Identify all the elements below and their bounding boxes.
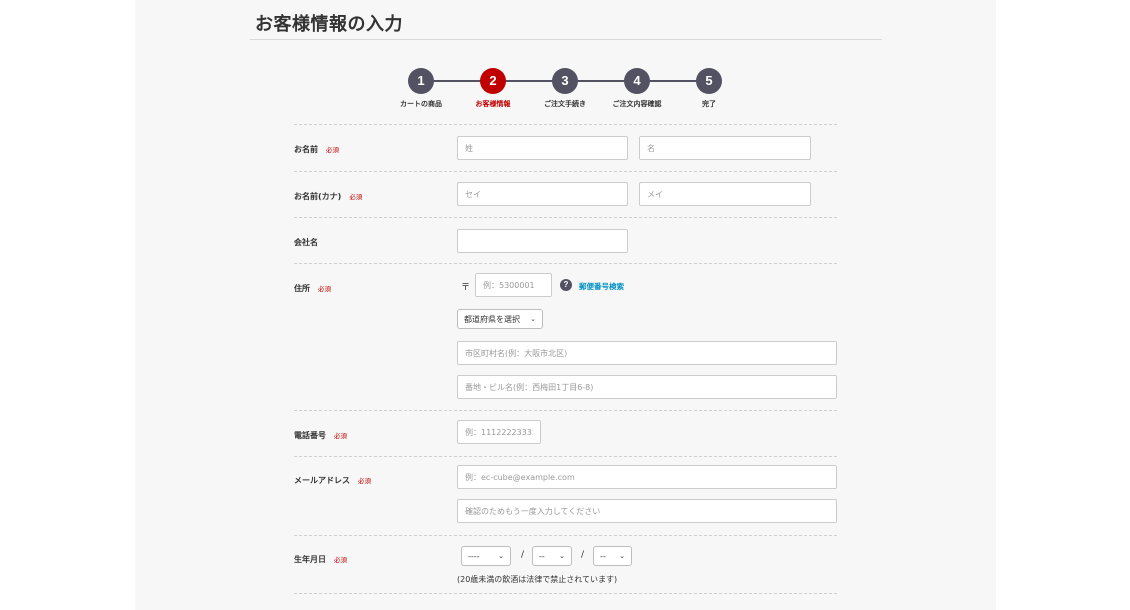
step-order-confirm: 4 ご注文内容確認	[597, 68, 677, 109]
chevron-down-icon: ⌄	[530, 315, 536, 323]
label-text: 生年月日	[294, 555, 326, 564]
required-badge: 必須	[334, 556, 347, 564]
field-label-phone: 電話番号 必須	[294, 430, 347, 441]
phone-input[interactable]	[457, 420, 541, 444]
step-label: 完了	[702, 100, 716, 108]
date-separator: /	[521, 550, 525, 560]
select-value: --	[600, 551, 606, 561]
last-name-kana-input[interactable]	[457, 182, 628, 206]
date-separator: /	[581, 550, 585, 560]
email-input[interactable]	[457, 465, 837, 489]
drinking-age-note: (20歳未満の飲酒は法律で禁止されています)	[457, 575, 618, 584]
field-label-company: 会社名	[294, 237, 318, 248]
birth-year-select[interactable]: ---- ⌄	[461, 546, 511, 566]
step-order-procedure: 3 ご注文手続き	[525, 68, 605, 109]
step-number: 4	[624, 68, 650, 94]
postal-mark: 〒	[461, 283, 471, 293]
field-label-email: メールアドレス 必須	[294, 475, 371, 486]
prefecture-select[interactable]: 都道府県を選択 ⌄	[457, 309, 543, 329]
title-divider	[250, 39, 882, 40]
form-row-name: お名前 必須	[294, 124, 837, 171]
required-badge: 必須	[358, 477, 371, 485]
required-badge: 必須	[349, 193, 363, 201]
postal-code-input[interactable]	[475, 273, 552, 297]
chevron-down-icon: ⌄	[619, 552, 625, 560]
step-number: 2	[480, 68, 506, 94]
page-container: お客様情報の入力 1 カートの商品 2 お客様情報 3 ご注文手続き 4 ご注文…	[135, 0, 996, 610]
field-label-name: お名前 必須	[294, 144, 339, 155]
step-customer-info: 2 お客様情報	[453, 68, 533, 109]
label-text: お名前	[294, 145, 318, 154]
form-row-birthday: 生年月日 必須 ---- ⌄ / -- ⌄ / -- ⌄ (20歳未満の飲酒は法律で禁止…	[294, 535, 837, 594]
step-number: 1	[408, 68, 434, 94]
step-label: カートの商品	[400, 100, 442, 108]
step-number: 3	[552, 68, 578, 94]
form-row-address: 住所必須 〒 ? 郵便番号検索 都道府県を選択 ⌄	[294, 263, 837, 410]
select-value: --	[539, 551, 545, 561]
first-name-input[interactable]	[639, 136, 811, 160]
select-value: ----	[468, 551, 480, 561]
step-number: 5	[696, 68, 722, 94]
progress-steps: 1 カートの商品 2 お客様情報 3 ご注文手続き 4 ご注文内容確認 5 完了	[385, 68, 725, 112]
question-circle-icon[interactable]: ?	[560, 279, 572, 291]
step-cart: 1 カートの商品	[381, 68, 461, 109]
step-label: ご注文手続き	[544, 100, 586, 108]
form-row-phone: 電話番号 必須	[294, 410, 837, 456]
step-label: ご注文内容確認	[612, 100, 662, 108]
label-text: メールアドレス	[294, 476, 350, 485]
company-input[interactable]	[457, 229, 628, 253]
label-text: 住所	[294, 284, 310, 293]
required-badge: 必須	[334, 432, 347, 440]
form-row-company: 会社名	[294, 217, 837, 263]
birth-month-select[interactable]: -- ⌄	[532, 546, 572, 566]
label-text: 会社名	[294, 238, 318, 247]
required-badge: 必須	[326, 146, 339, 154]
street-input[interactable]	[457, 375, 837, 399]
form-row-kana: お名前(カナ) 必須	[294, 171, 837, 217]
email-confirm-input[interactable]	[457, 499, 837, 523]
last-name-input[interactable]	[457, 136, 628, 160]
birth-day-select[interactable]: -- ⌄	[593, 546, 632, 566]
page-title: お客様情報の入力	[255, 14, 403, 35]
field-label-kana: お名前(カナ) 必須	[294, 191, 362, 202]
chevron-down-icon: ⌄	[498, 552, 504, 560]
select-value: 都道府県を選択	[464, 314, 520, 324]
step-label: お客様情報	[475, 100, 511, 108]
zip-search-link[interactable]: 郵便番号検索	[579, 281, 624, 292]
chevron-down-icon: ⌄	[559, 552, 565, 560]
field-label-birthday: 生年月日 必須	[294, 554, 347, 565]
city-input[interactable]	[457, 341, 837, 365]
step-complete: 5 完了	[669, 68, 749, 109]
field-label-address: 住所 必須	[294, 283, 331, 294]
form-row-email: メールアドレス 必須	[294, 456, 837, 535]
label-text: 電話番号	[294, 431, 326, 440]
label-text: お名前(カナ)	[294, 192, 342, 201]
first-name-kana-input[interactable]	[639, 182, 811, 206]
required-badge: 必須	[318, 285, 331, 293]
